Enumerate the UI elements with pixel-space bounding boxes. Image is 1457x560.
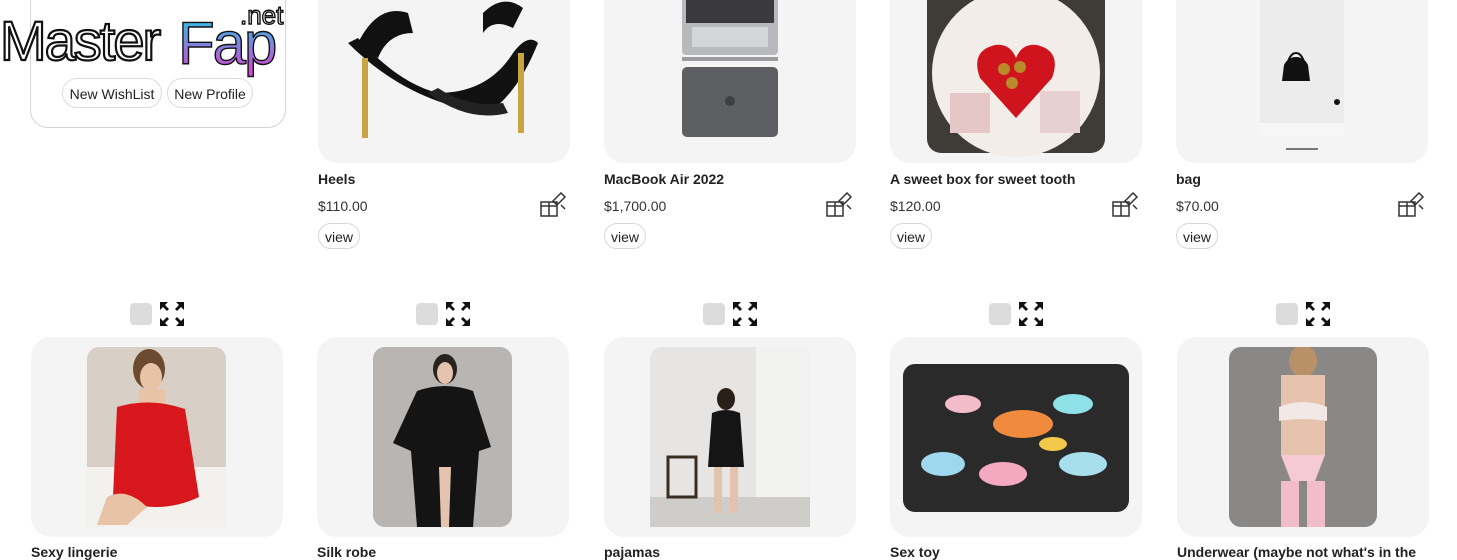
gift-ribbon-icon[interactable] bbox=[1397, 192, 1425, 218]
view-button[interactable]: view bbox=[604, 223, 647, 249]
product-price: $1,700.00 bbox=[604, 198, 667, 214]
product-price: $120.00 bbox=[890, 198, 941, 214]
product-card-sweet-box[interactable] bbox=[890, 0, 1142, 163]
new-wishlist-button[interactable]: New WishList bbox=[62, 78, 162, 108]
product-card-heels[interactable] bbox=[318, 0, 570, 163]
product-card-bag[interactable] bbox=[1176, 0, 1428, 163]
view-button[interactable]: view bbox=[1176, 223, 1219, 249]
product-card-sexy-lingerie[interactable] bbox=[31, 337, 283, 537]
lingerie-image bbox=[87, 347, 226, 527]
checkbox-icon[interactable] bbox=[130, 303, 152, 325]
checkbox-icon[interactable] bbox=[703, 303, 725, 325]
sweet-box-image bbox=[927, 0, 1105, 157]
expand-arrows-icon[interactable] bbox=[445, 301, 471, 327]
sex-toy-image bbox=[903, 364, 1129, 512]
gift-ribbon-icon[interactable] bbox=[539, 192, 567, 218]
gift-ribbon-icon[interactable] bbox=[1111, 192, 1139, 218]
expand-arrows-icon[interactable] bbox=[732, 301, 758, 327]
product-card-pajamas[interactable] bbox=[604, 337, 856, 537]
product-name[interactable]: bag bbox=[1176, 171, 1201, 187]
product-card-silk-robe[interactable] bbox=[317, 337, 569, 537]
bag-image bbox=[1260, 0, 1344, 150]
expand-arrows-icon[interactable] bbox=[159, 301, 185, 327]
view-button[interactable]: view bbox=[890, 223, 933, 249]
checkbox-icon[interactable] bbox=[416, 303, 438, 325]
product-card-underwear[interactable] bbox=[1177, 337, 1429, 537]
expand-arrows-icon[interactable] bbox=[1305, 301, 1331, 327]
checkbox-icon[interactable] bbox=[989, 303, 1011, 325]
gift-ribbon-icon[interactable] bbox=[825, 192, 853, 218]
expand-arrows-icon[interactable] bbox=[1018, 301, 1044, 327]
heels-image bbox=[348, 1, 538, 138]
silk-robe-image bbox=[373, 347, 512, 527]
checkbox-icon[interactable] bbox=[1276, 303, 1298, 325]
pajamas-image bbox=[650, 347, 810, 527]
new-profile-button[interactable]: New Profile bbox=[167, 78, 253, 108]
product-name[interactable]: A sweet box for sweet tooth bbox=[890, 171, 1075, 187]
product-name[interactable]: Heels bbox=[318, 171, 355, 187]
product-price: $70.00 bbox=[1176, 198, 1219, 214]
product-price: $110.00 bbox=[318, 198, 368, 214]
macbook-image bbox=[682, 0, 778, 137]
product-card-sex-toy[interactable] bbox=[890, 337, 1142, 537]
masterfap-watermark-logo: Master Fap .net bbox=[0, 0, 285, 78]
underwear-image bbox=[1229, 347, 1377, 527]
svg-text:Master: Master bbox=[0, 9, 160, 72]
product-card-macbook[interactable] bbox=[604, 0, 856, 163]
product-name[interactable]: MacBook Air 2022 bbox=[604, 171, 724, 187]
svg-text:.net: .net bbox=[240, 0, 284, 30]
view-button[interactable]: view bbox=[318, 223, 361, 249]
